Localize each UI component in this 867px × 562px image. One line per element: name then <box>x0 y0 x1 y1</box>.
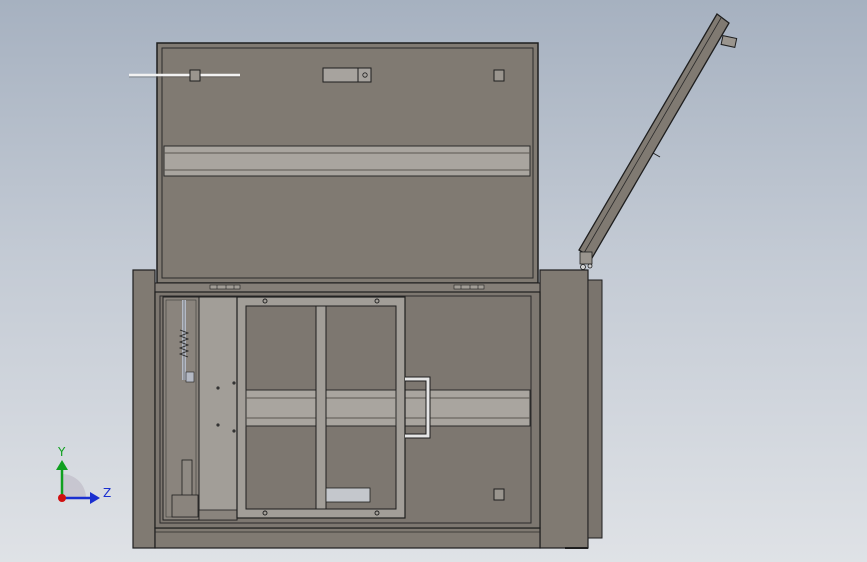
y-axis-label: Y <box>57 445 66 459</box>
square-fitting-lower <box>493 488 505 501</box>
label-plate <box>325 487 371 503</box>
z-axis-label: Z <box>103 486 111 500</box>
orientation-triad: Y Z <box>56 445 111 504</box>
x-axis-dot <box>58 494 66 502</box>
spring-mechanism <box>162 296 200 521</box>
lock-plate <box>322 67 372 83</box>
side-door-open[interactable] <box>578 13 738 270</box>
rod-bracket <box>189 69 201 82</box>
top-door-band <box>163 145 531 177</box>
square-fitting <box>493 69 505 82</box>
triad-quarter-disc <box>62 474 86 498</box>
window-mullion <box>315 305 327 510</box>
window-frame[interactable] <box>236 296 406 519</box>
y-axis-arrow-icon <box>56 460 68 470</box>
z-axis-arrow-icon <box>90 492 100 504</box>
cad-viewport[interactable]: Y Z <box>0 0 867 562</box>
hinge-right <box>453 284 485 290</box>
hinge-left <box>209 284 241 290</box>
mounting-plate <box>198 296 238 521</box>
top-door-panel[interactable] <box>129 42 539 284</box>
